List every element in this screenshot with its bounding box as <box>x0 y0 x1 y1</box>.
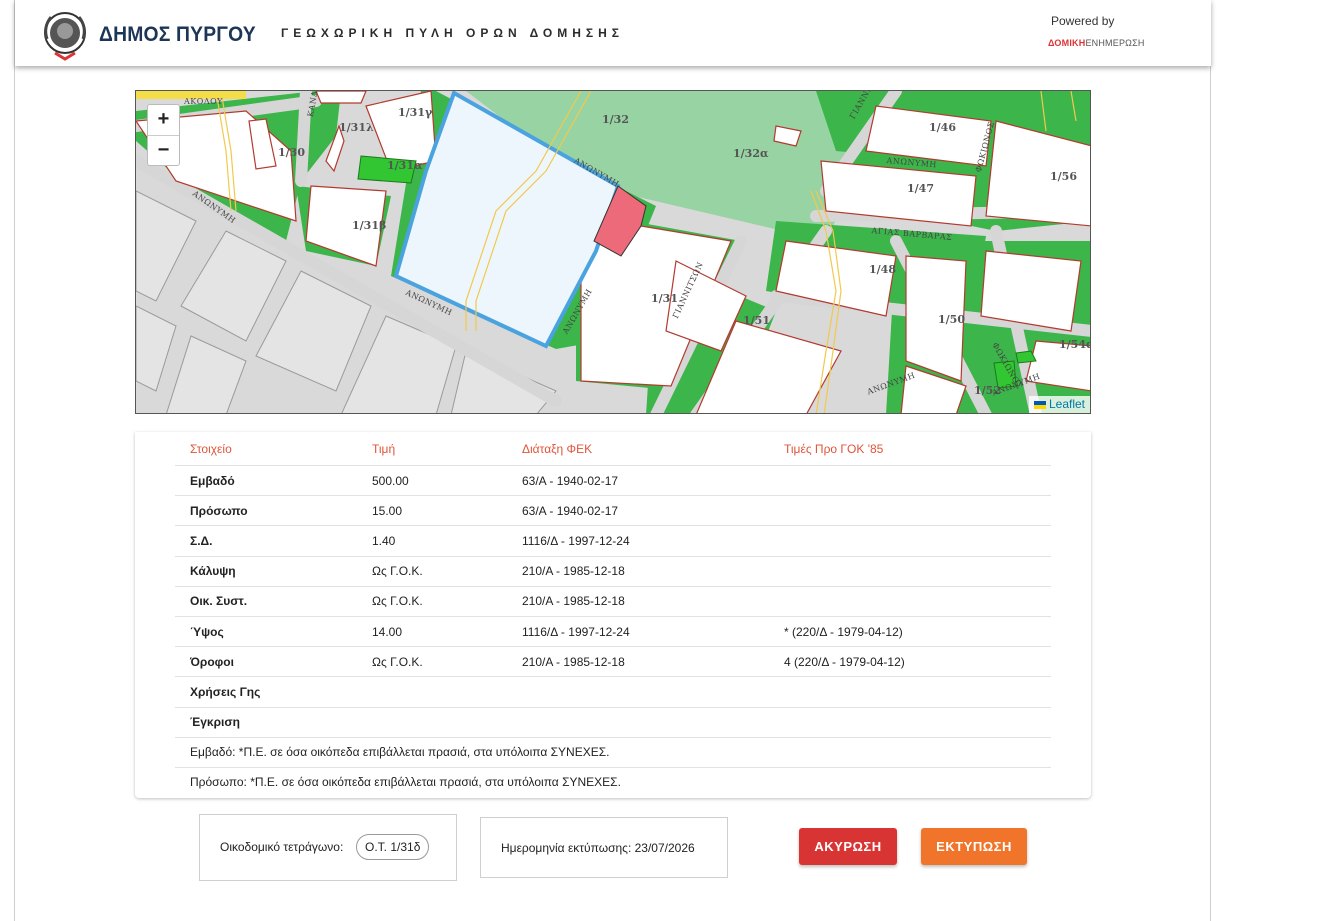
header: ΔΗΜΟΣ ΠΥΡΓΟΥ ΓΕΩΧΩΡΙΚΗ ΠΥΛΗ ΟΡΩΝ ΔΟΜΗΣΗΣ… <box>15 0 1211 66</box>
print-date-box: Ημερομηνία εκτύπωσης: 23/07/2026 <box>480 817 728 878</box>
row-fek: 210/Α - 1985-12-18 <box>507 556 769 587</box>
row-value: 500.00 <box>357 465 507 497</box>
row-pre-gok: 4 (220/Δ - 1979-04-12) <box>769 646 1051 678</box>
row-value <box>357 676 507 708</box>
row-label: Οικ. Συστ. <box>175 586 357 617</box>
row-fek: 210/Α - 1985-12-18 <box>507 646 769 678</box>
zoom-in-button[interactable]: + <box>148 105 179 136</box>
row-value: 15.00 <box>357 495 507 527</box>
table-note: Εμβαδό: *Π.Ε. σε όσα οικόπεδα επιβάλλετα… <box>175 737 1051 768</box>
map-attribution[interactable]: Leaflet <box>1028 396 1090 413</box>
col-header-value: Τιμή <box>357 432 507 466</box>
table-row: Όροφοι Ως Γ.Ο.Κ. 210/Α - 1985-12-18 4 (220/… <box>175 646 1051 678</box>
table-row: Έγκριση <box>175 707 1051 738</box>
zoom-out-button[interactable]: − <box>148 136 179 166</box>
table-row: Κάλυψη Ως Γ.Ο.Κ. 210/Α - 1985-12-18 <box>175 556 1051 587</box>
row-label: Σ.Δ. <box>175 525 357 557</box>
row-value <box>357 707 507 738</box>
row-fek <box>507 707 769 738</box>
block-chip: Ο.Τ. 1/31δ <box>356 834 430 860</box>
table-header-row: Στοιχείο Τιμή Διάταξη ΦΕΚ Τιμές Προ ΓΟΚ … <box>175 432 1051 466</box>
table-row: Πρόσωπο 15.00 63/Α - 1940-02-17 <box>175 495 1051 527</box>
table-row: Οικ. Συστ. Ως Γ.Ο.Κ. 210/Α - 1985-12-18 <box>175 586 1051 617</box>
leaflet-link[interactable]: Leaflet <box>1049 397 1085 411</box>
table-note: Πρόσωπο: *Π.Ε. σε όσα οικόπεδα επιβάλλετ… <box>190 775 621 790</box>
col-header-fek: Διάταξη ΦΕΚ <box>507 432 769 466</box>
row-label: Κάλυψη <box>175 556 357 587</box>
block-info-box: Οικοδομικό τετράγωνο: Ο.Τ. 1/31δ <box>199 814 457 881</box>
row-label: Χρήσεις Γης <box>175 676 357 708</box>
row-pre-gok <box>769 495 1051 527</box>
building-terms-table: Στοιχείο Τιμή Διάταξη ΦΕΚ Τιμές Προ ΓΟΚ … <box>175 432 1051 797</box>
brand-part2: ΕΝΗΜΕΡΩΣΗ <box>1085 38 1145 48</box>
row-pre-gok <box>769 586 1051 617</box>
row-label: Πρόσωπο <box>175 495 357 527</box>
table-row: Σ.Δ. 1.40 1116/Δ - 1997-12-24 <box>175 525 1051 557</box>
map-view[interactable]: 1/30 1/31λ 1/31γ 1/31α 1/31β 1/32 1/32α 1/46 1/4… <box>135 90 1091 414</box>
print-button[interactable]: ΕΚΤΥΠΩΣΗ <box>921 828 1027 865</box>
row-fek: 63/Α - 1940-02-17 <box>507 465 769 497</box>
row-value: 1.40 <box>357 525 507 557</box>
map-canvas[interactable] <box>136 91 1091 414</box>
row-value: Ως Γ.Ο.Κ. <box>357 646 507 678</box>
row-label: Έγκριση <box>175 707 357 738</box>
zoom-control: + − <box>147 104 180 166</box>
row-pre-gok <box>769 707 1051 738</box>
building-terms-card: Στοιχείο Τιμή Διάταξη ΦΕΚ Τιμές Προ ΓΟΚ … <box>135 432 1091 798</box>
row-pre-gok: * (220/Δ - 1979-04-12) <box>769 616 1051 648</box>
row-fek: 1116/Δ - 1997-12-24 <box>507 616 769 648</box>
row-fek <box>507 676 769 708</box>
table-note-row: Πρόσωπο: *Π.Ε. σε όσα οικόπεδα επιβάλλετ… <box>175 767 1051 797</box>
table-note-row: Εμβαδό: *Π.Ε. σε όσα οικόπεδα επιβάλλετα… <box>175 737 1051 768</box>
col-header-item: Στοιχείο <box>175 432 357 466</box>
row-pre-gok <box>769 556 1051 587</box>
row-pre-gok <box>769 676 1051 708</box>
municipality-logo-icon <box>44 12 86 61</box>
row-value: Ως Γ.Ο.Κ. <box>357 556 507 587</box>
block-label: Οικοδομικό τετράγωνο: <box>220 840 344 854</box>
table-row: Ύψος 14.00 1116/Δ - 1997-12-24 * (220/Δ - 1… <box>175 616 1051 648</box>
row-fek: 1116/Δ - 1997-12-24 <box>507 525 769 557</box>
row-label: Ύψος <box>175 616 357 648</box>
row-value: 14.00 <box>357 616 507 648</box>
ukraine-flag-icon <box>1033 400 1046 409</box>
brand-logo[interactable]: ΔΟΜΙΚΗΕΝΗΜΕΡΩΣΗ <box>1048 38 1145 48</box>
col-header-pre-gok: Τιμές Προ ΓΟΚ '85 <box>769 432 1051 466</box>
row-fek: 210/Α - 1985-12-18 <box>507 586 769 617</box>
table-body: Εμβαδό 500.00 63/Α - 1940-02-17 Πρόσωπο 15.… <box>175 465 1051 798</box>
row-value: Ως Γ.Ο.Κ. <box>357 586 507 617</box>
row-label: Εμβαδό <box>175 465 357 497</box>
powered-by-label: Powered by <box>1051 14 1115 28</box>
municipality-name: ΔΗΜΟΣ ΠΥΡΓΟΥ <box>99 23 256 46</box>
portal-title: ΓΕΩΧΩΡΙΚΗ ΠΥΛΗ ΟΡΩΝ ΔΟΜΗΣΗΣ <box>281 26 624 40</box>
cancel-button[interactable]: ΑΚΥΡΩΣΗ <box>799 828 897 865</box>
table-row: Εμβαδό 500.00 63/Α - 1940-02-17 <box>175 465 1051 497</box>
print-date: Ημερομηνία εκτύπωσης: 23/07/2026 <box>501 841 695 855</box>
row-pre-gok <box>769 465 1051 497</box>
row-label: Όροφοι <box>175 646 357 678</box>
brand-part1: ΔΟΜΙΚΗ <box>1048 38 1086 48</box>
table-row: Χρήσεις Γης <box>175 676 1051 708</box>
row-pre-gok <box>769 525 1051 557</box>
row-fek: 63/Α - 1940-02-17 <box>507 495 769 527</box>
